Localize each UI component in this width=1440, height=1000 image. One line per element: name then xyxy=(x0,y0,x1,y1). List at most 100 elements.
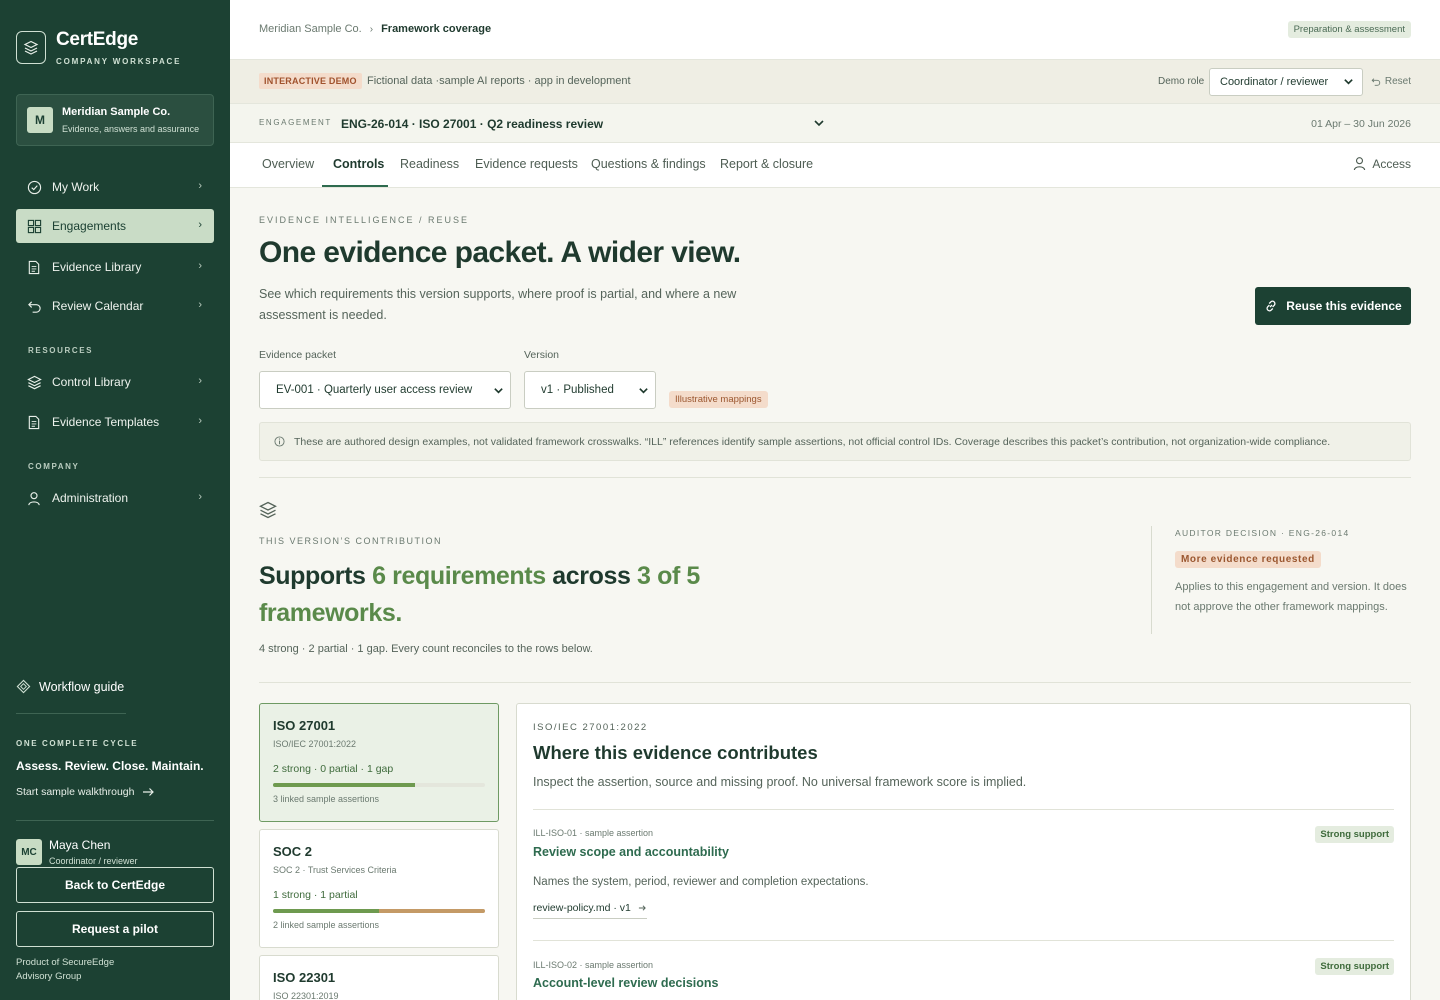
interactive-demo-badge: INTERACTIVE DEMO xyxy=(259,73,362,89)
start-walkthrough-link[interactable]: Start sample walkthrough xyxy=(16,786,155,798)
cycle-text: Assess. Review. Close. Maintain. xyxy=(16,759,204,773)
walkthrough-label: Start sample walkthrough xyxy=(16,786,135,798)
divider xyxy=(533,809,1394,810)
document-icon xyxy=(26,259,42,275)
detail-standard: ISO/IEC 27001:2022 xyxy=(533,722,648,733)
tab-readiness[interactable]: Readiness xyxy=(400,157,459,171)
illustrative-mappings-badge: Illustrative mappings xyxy=(669,391,768,408)
chevron-right-icon: › xyxy=(198,260,202,272)
brand-logo-icon xyxy=(16,31,46,64)
page-eyebrow: EVIDENCE INTELLIGENCE / REUSE xyxy=(259,215,470,225)
framework-counts: 2 strong · 0 partial · 1 gap xyxy=(273,763,394,775)
sidebar-item-evidence-templates[interactable]: Evidence Templates › xyxy=(16,405,214,439)
evidence-packet-value: EV-001 · Quarterly user access review xyxy=(276,384,473,396)
resources-section-label: RESOURCES xyxy=(28,346,94,355)
brand-title: CertEdge xyxy=(56,29,139,50)
disclaimer-text: These are authored design examples, not … xyxy=(294,435,1331,448)
chevron-down-icon[interactable] xyxy=(812,116,826,130)
main-content: Meridian Sample Co. › Framework coverage… xyxy=(230,0,1440,1000)
breadcrumb-root[interactable]: Meridian Sample Co. xyxy=(259,23,362,35)
assertion-meta: ILL-ISO-01 · sample assertion xyxy=(533,828,654,838)
assertion-title[interactable]: Review scope and accountability xyxy=(533,845,729,859)
framework-standard: SOC 2 · Trust Services Criteria xyxy=(273,865,397,875)
version-label: Version xyxy=(524,349,560,361)
document-icon xyxy=(26,414,42,430)
top-bar: Meridian Sample Co. › Framework coverage… xyxy=(230,0,1440,60)
assertion-meta: ILL-ISO-02 · sample assertion xyxy=(533,960,654,970)
reset-button[interactable]: Reset xyxy=(1371,76,1411,87)
contribution-label: THIS VERSION’S CONTRIBUTION xyxy=(259,536,443,546)
engagement-dates: 01 Apr – 30 Jun 2026 xyxy=(1311,118,1411,130)
reuse-evidence-button[interactable]: Reuse this evidence xyxy=(1255,287,1411,325)
detail-description: Inspect the assertion, source and missin… xyxy=(533,775,1027,789)
sidebar: CertEdge COMPANY WORKSPACE M Meridian Sa… xyxy=(0,0,230,1000)
sidebar-item-engagements[interactable]: Engagements › xyxy=(16,209,214,243)
evidence-packet-select[interactable]: EV-001 · Quarterly user access review xyxy=(259,371,511,409)
sidebar-item-review-calendar[interactable]: Review Calendar › xyxy=(16,289,214,323)
evidence-packet-label: Evidence packet xyxy=(259,349,337,361)
sidebar-item-my-work[interactable]: My Work › xyxy=(16,170,214,204)
active-tab-indicator xyxy=(322,185,388,187)
sidebar-item-label: Review Calendar xyxy=(52,299,144,313)
brand[interactable]: CertEdge COMPANY WORKSPACE xyxy=(16,30,181,66)
tab-report-closure[interactable]: Report & closure xyxy=(720,157,813,171)
phase-badge: Preparation & assessment xyxy=(1287,21,1411,38)
company-switcher[interactable]: M Meridian Sample Co. Evidence, answers … xyxy=(16,94,214,146)
check-circle-icon xyxy=(26,179,42,195)
detail-title: Where this evidence contributes xyxy=(533,742,818,763)
engagement-select[interactable]: ENG-26-014 · ISO 27001 · Q2 readiness re… xyxy=(341,117,603,131)
workflow-diamond-icon xyxy=(16,679,31,694)
chevron-right-icon: › xyxy=(198,375,202,387)
access-button[interactable]: Access xyxy=(1353,156,1411,171)
sidebar-item-control-library[interactable]: Control Library › xyxy=(16,365,214,399)
framework-standard: ISO/IEC 27001:2022 xyxy=(273,739,357,749)
workflow-guide-link[interactable]: Workflow guide xyxy=(16,679,124,694)
framework-standard: ISO 22301:2019 xyxy=(273,991,339,1000)
page-description: See which requirements this version supp… xyxy=(259,287,737,322)
demo-role-label: Demo role xyxy=(1158,76,1205,87)
chevron-right-icon: › xyxy=(198,415,202,427)
requirements-count: 6 requirements xyxy=(372,562,546,590)
user-profile[interactable]: MC Maya Chen Coordinator / reviewer xyxy=(16,838,138,866)
coverage-bar xyxy=(273,909,485,913)
breadcrumb: Meridian Sample Co. › Framework coverage xyxy=(259,23,491,35)
tab-evidence-requests[interactable]: Evidence requests xyxy=(475,157,578,171)
reset-icon xyxy=(1371,77,1381,87)
framework-counts: 1 strong · 1 partial xyxy=(273,889,358,901)
summary-text: across xyxy=(545,562,638,590)
chevron-right-icon: › xyxy=(198,299,202,311)
framework-links: 2 linked sample assertions xyxy=(273,920,380,930)
version-select[interactable]: v1 · Published xyxy=(524,371,656,409)
coverage-bar-partial xyxy=(379,909,485,913)
evidence-file-link[interactable]: review-policy.md · v1 xyxy=(533,902,647,919)
back-to-certedge-button[interactable]: Back to CertEdge xyxy=(16,867,214,903)
undo-arrow-icon xyxy=(26,298,42,314)
sidebar-item-administration[interactable]: Administration › xyxy=(16,481,214,515)
grid-icon xyxy=(26,218,42,234)
product-note: Product of SecureEdge Advisory Group xyxy=(16,957,115,982)
assertion-title[interactable]: Account-level review decisions xyxy=(533,976,719,990)
sidebar-divider xyxy=(16,820,214,821)
coverage-bar xyxy=(273,783,485,787)
request-pilot-button[interactable]: Request a pilot xyxy=(16,911,214,947)
access-label: Access xyxy=(1372,156,1411,171)
contribution-summary: Supports 6 requirements across 3 of 5 fr… xyxy=(259,558,719,632)
framework-card-iso-27001[interactable]: ISO 27001 ISO/IEC 27001:2022 2 strong · … xyxy=(259,703,499,822)
sidebar-item-evidence-library[interactable]: Evidence Library › xyxy=(16,250,214,284)
chevron-down-icon xyxy=(1343,76,1354,90)
chevron-right-icon: › xyxy=(198,219,202,231)
demo-role-select[interactable]: Coordinator / reviewer xyxy=(1209,68,1363,96)
summary-text: Supports xyxy=(259,562,373,590)
sidebar-item-label: Engagements xyxy=(52,219,127,233)
tab-controls[interactable]: Controls xyxy=(333,157,384,171)
chevron-right-icon: › xyxy=(198,491,202,503)
company-avatar: M xyxy=(27,107,53,133)
tab-questions-findings[interactable]: Questions & findings xyxy=(591,157,706,171)
sidebar-item-label: My Work xyxy=(52,180,100,194)
framework-card-soc-2[interactable]: SOC 2 SOC 2 · Trust Services Criteria 1 … xyxy=(259,829,499,948)
layers-icon xyxy=(26,374,42,390)
chevron-right-icon: › xyxy=(369,23,374,35)
arrow-right-icon xyxy=(142,787,155,797)
framework-card-iso-22301[interactable]: ISO 22301 ISO 22301:2019 xyxy=(259,955,499,1000)
tab-overview[interactable]: Overview xyxy=(262,157,314,171)
